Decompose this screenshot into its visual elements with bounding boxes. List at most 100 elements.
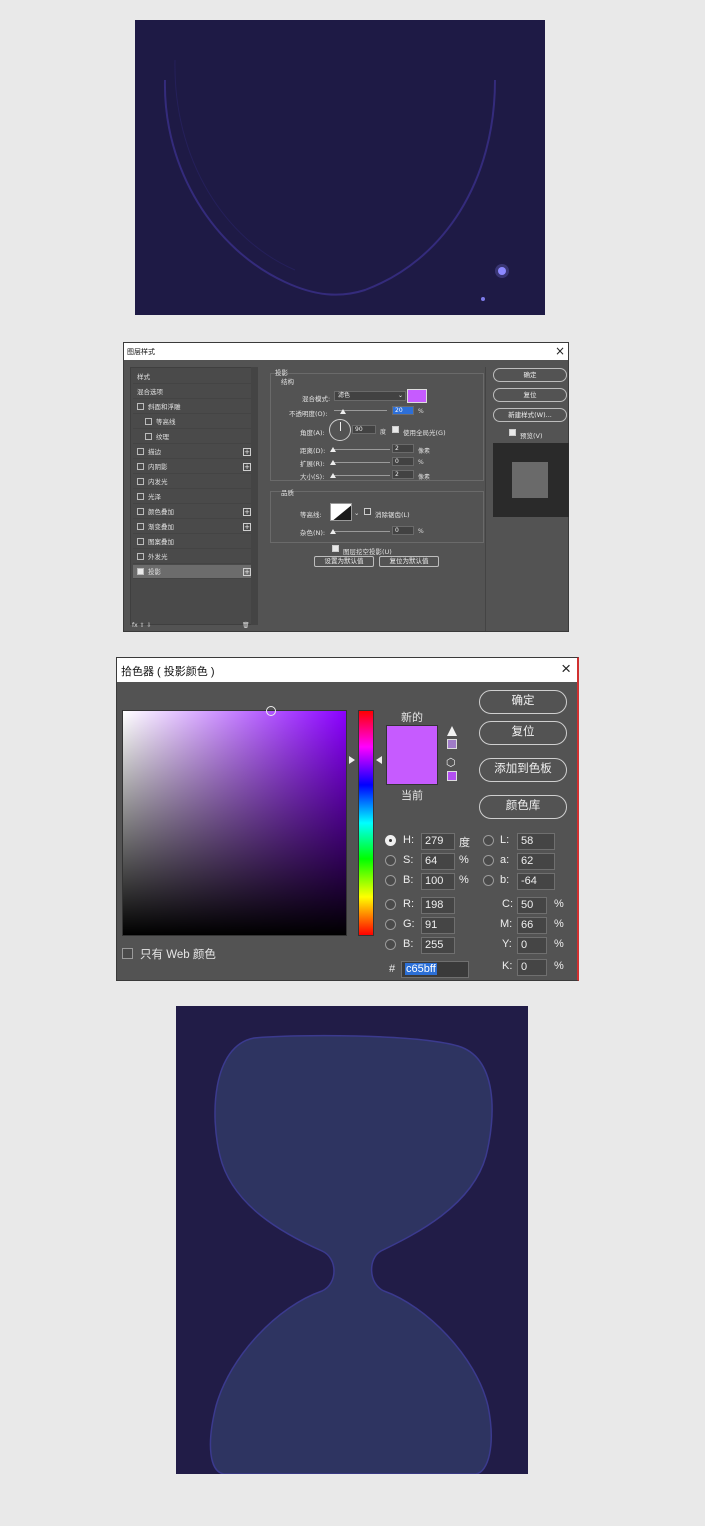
opacity-slider-thumb[interactable] [340,409,346,414]
blue-radio[interactable] [385,939,396,950]
add-style-icon[interactable]: + [243,568,251,576]
style-list-item[interactable]: 纹理 [133,430,255,444]
ok-button[interactable]: 确定 [493,368,567,382]
distance-slider-thumb[interactable] [330,447,336,452]
trash-icon[interactable]: 🗑 [242,622,250,629]
saturation-brightness-field[interactable] [122,706,347,936]
g-radio[interactable] [385,919,396,930]
style-checkbox[interactable] [137,567,144,575]
size-slider-track[interactable] [332,475,390,476]
add-style-icon[interactable]: + [243,448,251,456]
style-checkbox[interactable] [137,402,144,410]
b-radio[interactable] [385,875,396,886]
style-list-item[interactable]: 图案叠加 [133,535,255,549]
close-icon[interactable]: × [555,344,565,358]
k-input[interactable]: 0 [517,959,547,976]
distance-slider-track[interactable] [332,449,390,450]
style-checkbox[interactable] [137,522,144,530]
knockout-checkbox[interactable] [332,545,339,552]
color-field-cursor[interactable] [266,706,276,716]
l-input[interactable]: 58 [517,833,555,850]
h-input[interactable]: 279 [421,833,455,850]
style-list-item[interactable]: 斜面和浮雕 [133,400,255,414]
styles-list-scrollbar[interactable] [251,367,258,625]
size-slider-thumb[interactable] [330,473,336,478]
spread-slider-thumb[interactable] [330,460,336,465]
style-list-item[interactable]: 混合选项 [133,385,255,399]
reset-button[interactable]: 复位 [493,388,567,402]
hex-input[interactable]: c65bff [401,961,469,978]
set-default-button[interactable]: 设置为默认值 [314,556,374,567]
noise-slider-track[interactable] [332,531,390,532]
style-checkbox[interactable] [145,417,152,425]
r-radio[interactable] [385,899,396,910]
l-radio[interactable] [483,835,494,846]
preview-checkbox[interactable] [509,429,516,436]
style-list-item[interactable]: 等高线 [133,415,255,429]
noise-input[interactable]: 0 [392,526,414,535]
chevron-down-icon[interactable]: ⌄ [354,509,359,517]
style-list-item[interactable]: 光泽 [133,490,255,504]
web-safe-cube-icon[interactable]: ⬡ [446,756,456,769]
style-list-item[interactable]: 投影 + [133,565,255,579]
add-style-icon[interactable]: + [243,523,251,531]
fx-toolbar-icons[interactable]: fx ⇧ ⇩ [132,622,152,629]
web-safe-color-swatch[interactable] [447,771,457,781]
a-input[interactable]: 62 [517,853,555,870]
spread-input[interactable]: 0 [392,457,414,466]
contour-picker[interactable] [330,503,352,521]
y-input[interactable]: 0 [517,937,547,954]
add-style-icon[interactable]: + [243,508,251,516]
s-input[interactable]: 64 [421,853,455,870]
r-input[interactable]: 198 [421,897,455,914]
color-libraries-button[interactable]: 颜色库 [479,795,567,819]
angle-dial[interactable] [329,419,351,441]
style-list-item[interactable]: 内阴影 + [133,460,255,474]
close-icon[interactable]: × [561,659,571,679]
global-light-checkbox[interactable] [392,426,399,433]
h-radio[interactable] [385,835,396,846]
antialias-checkbox[interactable] [364,508,371,515]
hue-slider-arrow-right[interactable] [376,756,382,764]
noise-slider-thumb[interactable] [330,529,336,534]
style-checkbox[interactable] [137,552,144,560]
style-list-item[interactable]: 颜色叠加 + [133,505,255,519]
angle-input[interactable]: 90 [352,425,376,434]
c-input[interactable]: 50 [517,897,547,914]
style-list-item[interactable]: 外发光 [133,550,255,564]
style-checkbox[interactable] [137,507,144,515]
style-checkbox[interactable] [137,477,144,485]
style-list-item[interactable]: 内发光 [133,475,255,489]
style-list-item[interactable]: 样式 [133,370,255,384]
style-checkbox[interactable] [137,447,144,455]
style-list-item[interactable]: 渐变叠加 + [133,520,255,534]
blend-mode-select[interactable]: 滤色 ⌄ [334,391,406,401]
distance-input[interactable]: 2 [392,444,414,453]
hue-slider-arrow-left[interactable] [349,756,355,764]
g-input[interactable]: 91 [421,917,455,934]
style-checkbox[interactable] [137,537,144,545]
style-checkbox[interactable] [137,492,144,500]
b-input[interactable]: 100 [421,873,455,890]
s-radio[interactable] [385,855,396,866]
reset-default-button[interactable]: 复位为默认值 [379,556,439,567]
style-list-item[interactable]: 描边 + [133,445,255,459]
m-input[interactable]: 66 [517,917,547,934]
opacity-input[interactable]: 20 [392,406,414,415]
blue-input[interactable]: 255 [421,937,455,954]
style-checkbox[interactable] [137,462,144,470]
gamut-color-swatch[interactable] [447,739,457,749]
out-of-gamut-warning-icon[interactable] [447,726,457,736]
ok-button[interactable]: 确定 [479,690,567,714]
lab-b-radio[interactable] [483,875,494,886]
style-checkbox[interactable] [145,432,152,440]
reset-button[interactable]: 复位 [479,721,567,745]
web-only-checkbox[interactable] [122,948,133,959]
new-style-button[interactable]: 新建样式(W)... [493,408,567,422]
size-input[interactable]: 2 [392,470,414,479]
add-style-icon[interactable]: + [243,463,251,471]
a-radio[interactable] [483,855,494,866]
spread-slider-track[interactable] [332,462,390,463]
hue-slider[interactable] [358,710,374,936]
add-to-swatches-button[interactable]: 添加到色板 [479,758,567,782]
